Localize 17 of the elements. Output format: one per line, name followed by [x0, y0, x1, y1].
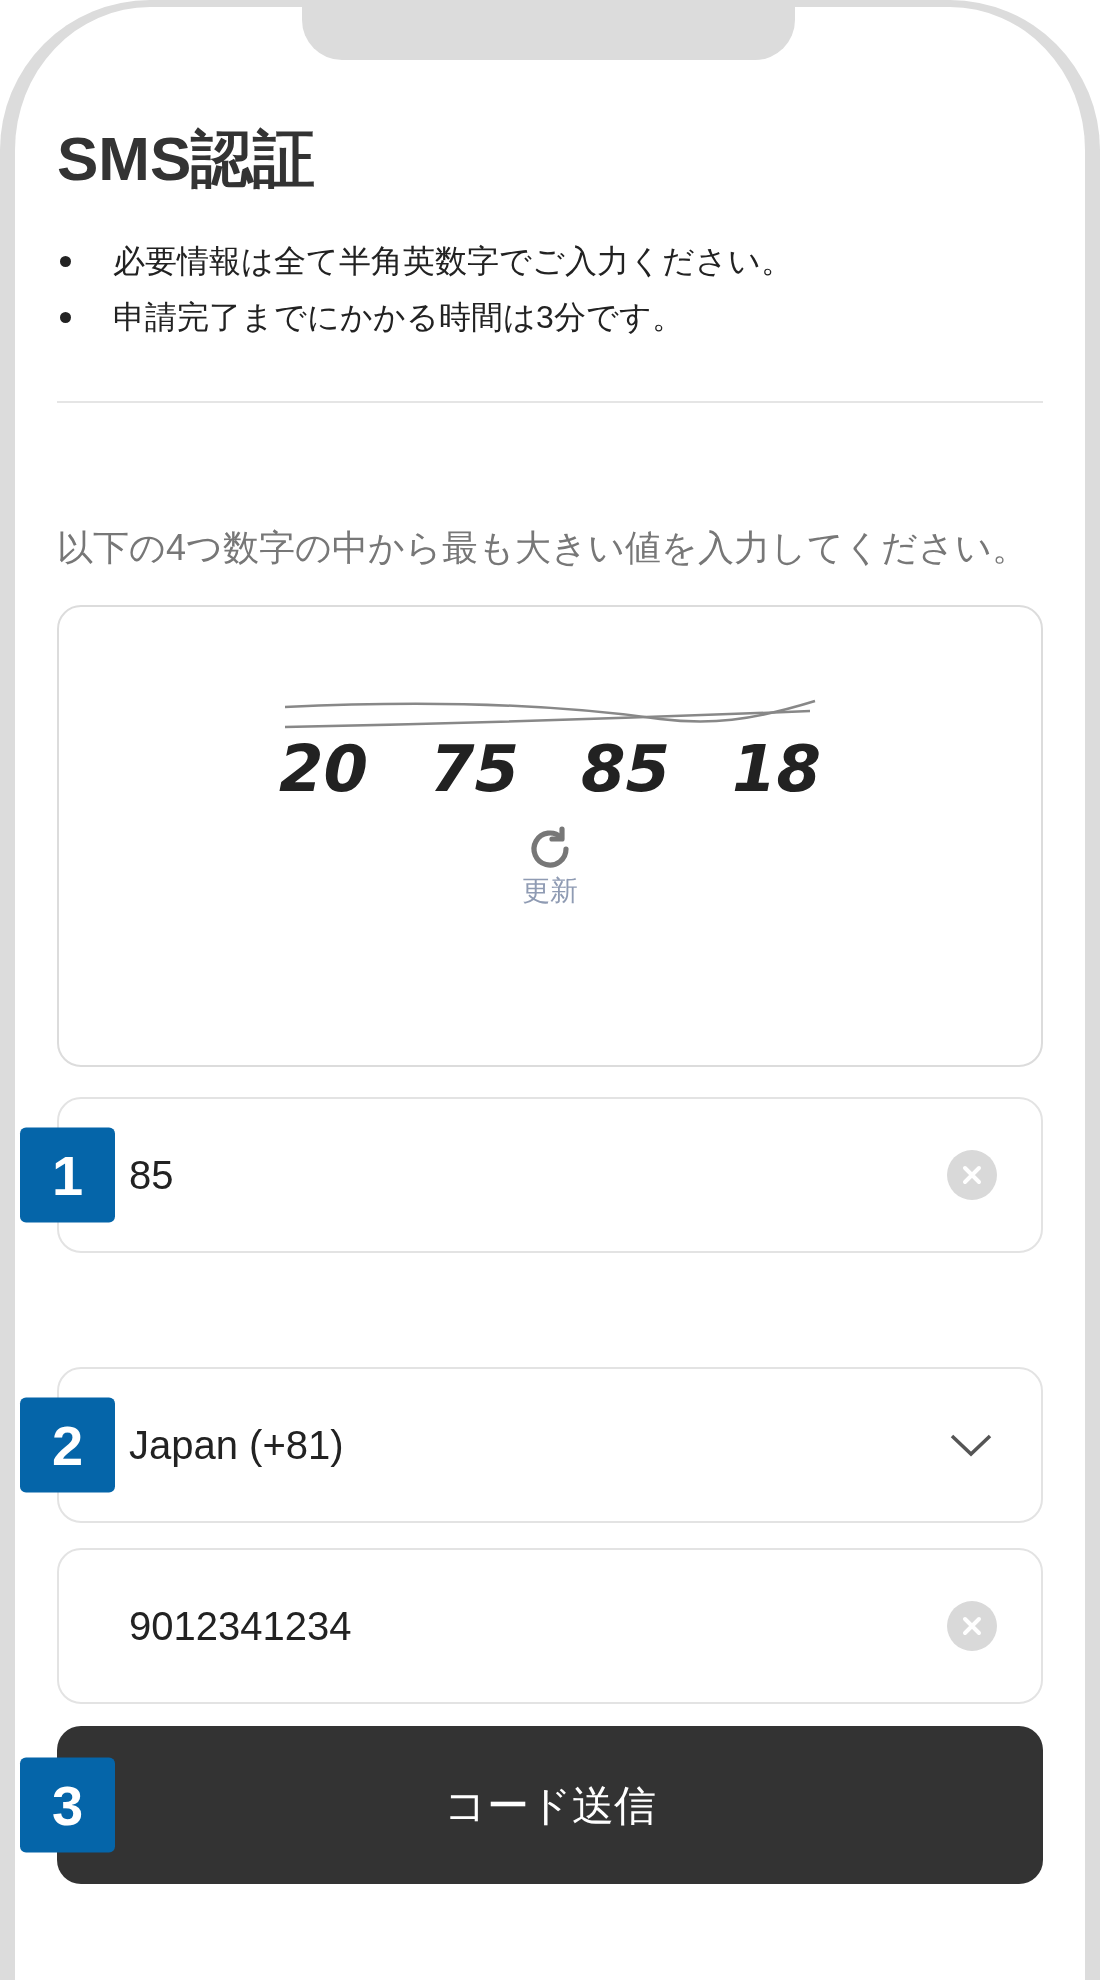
captcha-number: 20	[278, 731, 368, 807]
page-title: SMS認証	[57, 123, 317, 195]
clear-icon[interactable]	[947, 1601, 997, 1651]
step-badge: 2	[20, 1397, 115, 1493]
captcha-number: 85	[581, 731, 671, 807]
chevron-down-icon	[949, 1432, 993, 1458]
note-text: 申請完了までにかかる時間は3分です。	[113, 298, 684, 337]
step-badge: 1	[20, 1127, 115, 1223]
instruction-text: 以下の4つ数字の中から最も大きい値を入力してください。	[57, 526, 1030, 570]
captcha-number: 75	[429, 731, 519, 807]
note-text: 必要情報は全て半角英数字でご入力ください。	[113, 242, 793, 281]
step-badge: 3	[20, 1757, 115, 1853]
input-field[interactable]: 9012341234	[57, 1548, 1043, 1704]
bullet-icon	[60, 255, 71, 267]
captcha-number: 18	[732, 731, 822, 807]
bullet-icon	[60, 311, 71, 323]
clear-icon[interactable]	[947, 1150, 997, 1200]
